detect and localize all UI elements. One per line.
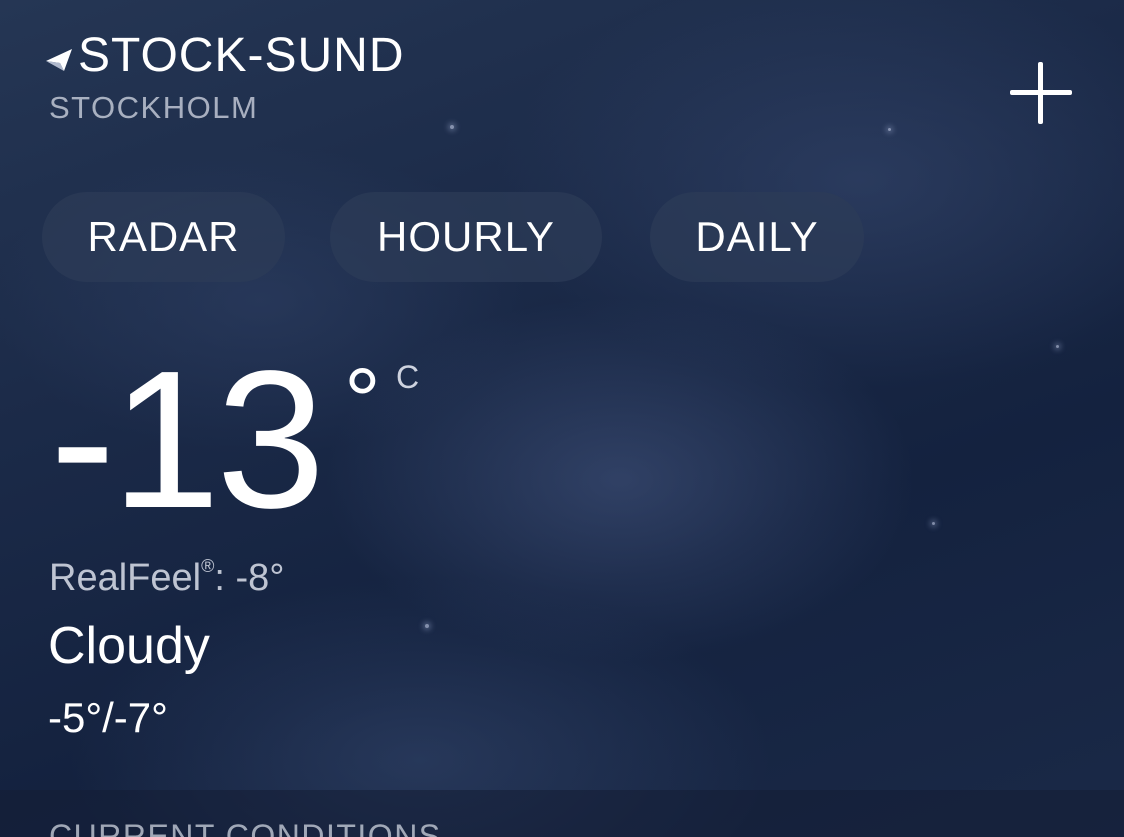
region-name: STOCKHOLM — [49, 90, 259, 125]
star-decoration — [1056, 345, 1059, 348]
star-decoration — [450, 125, 454, 129]
realfeel-label: RealFeel — [49, 557, 202, 599]
high-low-temperature: -5°/-7° — [48, 694, 168, 741]
realfeel-value: : -8° — [214, 557, 285, 599]
weather-condition: Cloudy — [48, 617, 210, 675]
tab-hourly[interactable]: HOURLY — [330, 192, 602, 282]
realfeel: RealFeel®: -8° — [49, 556, 284, 600]
tab-radar[interactable]: RADAR — [42, 192, 285, 282]
current-conditions-panel[interactable]: CURRENT CONDITIONS — [0, 790, 1124, 837]
star-decoration — [888, 128, 891, 131]
temperature-unit: C — [396, 359, 420, 395]
degree-symbol: ° — [344, 350, 381, 452]
location-header: STOCK-SUND STOCKHOLM — [44, 30, 404, 126]
star-decoration — [425, 624, 429, 628]
section-title: CURRENT CONDITIONS — [49, 818, 442, 837]
city-name: STOCK-SUND — [78, 29, 405, 82]
temperature-value: -13 — [50, 330, 325, 549]
tab-daily[interactable]: DAILY — [650, 192, 864, 282]
add-location-button[interactable] — [1008, 60, 1074, 126]
registered-mark: ® — [201, 556, 215, 576]
star-decoration — [932, 522, 935, 525]
city-row: STOCK-SUND — [44, 30, 404, 82]
location-arrow-icon — [44, 39, 74, 73]
